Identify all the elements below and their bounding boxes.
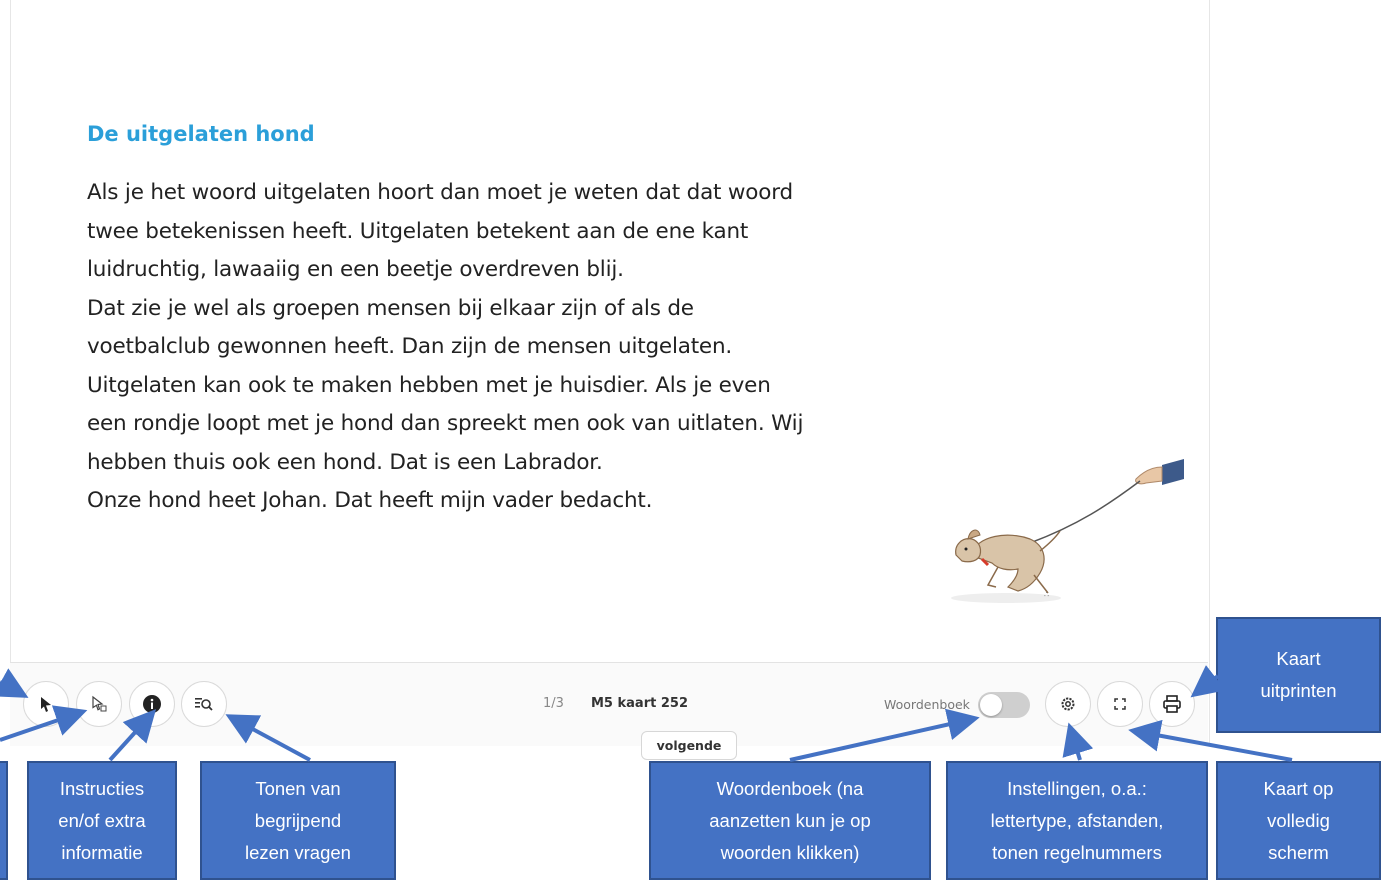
callout-questions: Tonen van begrijpend lezen vragen — [200, 761, 396, 880]
fullscreen-button[interactable] — [1097, 681, 1143, 727]
svg-text:∴: ∴ — [1044, 590, 1049, 599]
pointer-icon — [37, 695, 55, 713]
callout-line: informatie — [61, 841, 143, 863]
printer-icon — [1162, 695, 1182, 713]
next-button[interactable]: volgende — [641, 731, 737, 760]
settings-button[interactable] — [1045, 681, 1091, 727]
article-line: een rondje loopt met je hond dan spreekt… — [87, 411, 804, 436]
callout-settings: Instellingen, o.a.: lettertype, afstanden… — [946, 761, 1208, 880]
callout-line: Woordenboek (na — [716, 777, 864, 799]
callout-line: begrijpend — [254, 809, 342, 831]
info-button[interactable] — [129, 681, 175, 727]
callout-line: Instructies — [59, 777, 145, 799]
article-line: Uitgelaten kan ook te maken hebben met j… — [87, 372, 771, 398]
dog-on-leash-illustration: ∴ — [951, 459, 1184, 603]
dictionary-toggle[interactable] — [978, 692, 1030, 718]
article-body: Als je het woord uitgelaten hoort dan mo… — [87, 174, 927, 521]
callout-fullscreen: Kaart op volledig scherm — [1216, 761, 1381, 880]
callout-line: Kaart — [1276, 648, 1321, 669]
callout-line: en/of extra — [58, 809, 146, 831]
article-title: De uitgelaten hond — [87, 122, 315, 146]
select-read-icon — [90, 695, 108, 713]
callout-line: aanzetten kun je op — [709, 809, 871, 831]
callout-left-partial — [0, 761, 8, 880]
article-line: Onze hond heet Johan. Dat heeft mijn vad… — [87, 488, 653, 513]
callout-line: scherm — [1268, 841, 1329, 863]
callout-line: tonen regelnummers — [992, 841, 1162, 863]
callout-print: Kaart uitprinten — [1216, 617, 1381, 733]
gear-icon — [1059, 695, 1077, 713]
article-line: Dat zie je wel als groepen mensen bij el… — [87, 295, 694, 321]
card-name: M5 kaart 252 — [591, 696, 688, 711]
callout-dictionary: Woordenboek (na aanzetten kun je op woorde… — [649, 761, 931, 880]
reading-questions-button[interactable] — [181, 681, 227, 727]
toggle-knob — [980, 694, 1002, 716]
article-line: Als je het woord uitgelaten hoort dan mo… — [87, 180, 793, 205]
dictionary-label: Woordenboek — [884, 697, 970, 712]
callout-line: woorden klikken) — [720, 841, 860, 863]
callout-line: uitprinten — [1260, 680, 1337, 701]
page-indicator: 1/3 — [543, 696, 564, 711]
callout-line: Tonen van — [255, 777, 341, 799]
callout-line: volledig — [1267, 809, 1330, 831]
info-icon — [142, 694, 162, 714]
print-button[interactable] — [1149, 681, 1195, 727]
callout-line: Instellingen, o.a.: — [1007, 777, 1147, 799]
callout-line: Kaart op — [1263, 777, 1334, 799]
article-line: luidruchtig, lawaaiig en een beetje over… — [87, 257, 624, 282]
article-line: hebben thuis ook een hond. Dat is een La… — [87, 449, 603, 475]
article-line: twee betekenissen heeft. Uitgelaten bete… — [87, 218, 749, 244]
pointer-tool-button[interactable] — [23, 681, 69, 727]
article-line: voetbalclub gewonnen heeft. Dan zijn de … — [87, 334, 733, 359]
callout-line: lezen vragen — [245, 841, 351, 863]
reading-questions-icon — [194, 695, 214, 713]
select-read-tool-button[interactable] — [76, 681, 122, 727]
callout-line: lettertype, afstanden, — [990, 809, 1164, 831]
callout-instructions: Instructies en/of extra informatie — [27, 761, 177, 880]
fullscreen-icon — [1112, 696, 1128, 712]
